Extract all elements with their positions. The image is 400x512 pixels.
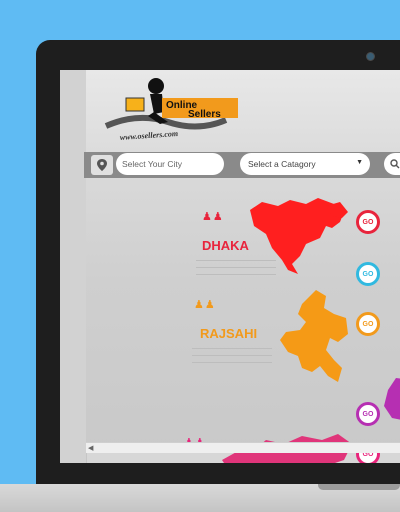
- left-strip: [60, 70, 87, 463]
- location-button[interactable]: [91, 155, 113, 175]
- north-america-map: [250, 198, 348, 274]
- brand-url: www.osellers.com: [120, 129, 179, 142]
- go-button-rajsahi[interactable]: GO: [356, 312, 380, 336]
- scroll-left-icon[interactable]: ◀: [88, 444, 93, 452]
- europe-map: [280, 290, 348, 382]
- horizontal-scrollbar[interactable]: ◀: [86, 442, 400, 453]
- camera-dot: [366, 52, 375, 61]
- brand-line2: Sellers: [188, 109, 221, 120]
- site-header: Online Sellers www.osellers.com: [86, 70, 400, 154]
- laptop-base: [0, 484, 400, 512]
- laptop-notch: [318, 484, 400, 490]
- go-button-blue[interactable]: GO: [356, 262, 380, 286]
- map-pin-icon: [97, 159, 107, 171]
- laptop-frame: Online Sellers www.osellers.com Select a…: [36, 40, 400, 500]
- browser-screen: Online Sellers www.osellers.com Select a…: [60, 70, 400, 463]
- chevron-down-icon: ▼: [356, 159, 363, 166]
- city-input[interactable]: [116, 153, 224, 175]
- search-button[interactable]: [384, 153, 400, 175]
- region-dhaka[interactable]: ♟♟ DHAKA GO: [86, 180, 400, 290]
- category-select-label: Select a Catagory: [248, 159, 316, 169]
- region-third[interactable]: ♟♟ GO: [86, 410, 400, 463]
- go-button-dhaka[interactable]: GO: [356, 210, 380, 234]
- people-icon: ♟♟: [202, 211, 224, 223]
- category-select[interactable]: Select a Catagory ▼: [240, 153, 370, 175]
- page-content: Online Sellers www.osellers.com Select a…: [84, 70, 400, 463]
- region-maps: ♟♟ DHAKA GO GO ♟♟ RAJSAHI GO GO GO: [86, 180, 400, 463]
- placeholder-lines: [192, 348, 272, 369]
- online-sellers-logo[interactable]: Online Sellers www.osellers.com: [98, 76, 238, 146]
- region-name: RAJSAHI: [200, 326, 258, 341]
- search-icon: [390, 159, 400, 169]
- search-bar: Select a Catagory ▼: [84, 152, 400, 178]
- region-name: DHAKA: [202, 238, 249, 253]
- people-icon: ♟♟: [194, 299, 216, 311]
- region-rajsahi[interactable]: ♟♟ RAJSAHI GO: [86, 290, 400, 400]
